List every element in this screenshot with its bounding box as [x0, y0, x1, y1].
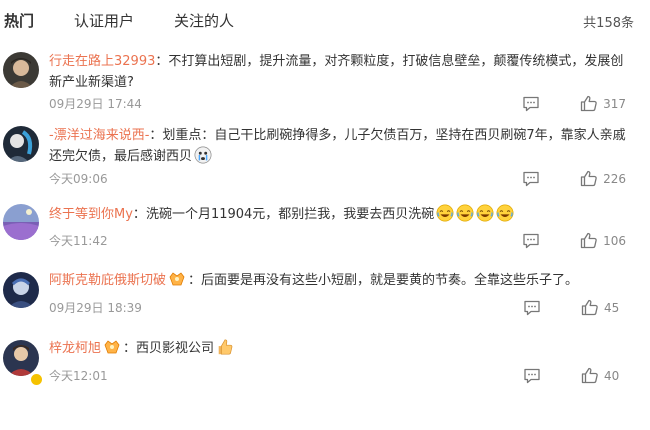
like-icon[interactable] [580, 95, 598, 112]
like-count: 106 [603, 233, 626, 248]
like-count: 45 [604, 300, 620, 315]
comment-text: 洗碗一个月11904元，都别拦我，我要去西贝洗碗 [145, 207, 435, 222]
total-comment-count: 共158条 [583, 16, 634, 31]
thumbs-up-emoji-icon [216, 338, 234, 356]
avatar[interactable] [3, 272, 39, 308]
like-icon[interactable] [581, 367, 599, 384]
comment-actions: 226 [522, 170, 626, 187]
comment-item: -漂洋过海来说西-：划重点：自己干比刷碗挣得多，儿子欠债百万，坚持在西贝刷碗7年… [0, 112, 650, 198]
comment-body: 终于等到你My：洗碗一个月11904元，都别拦我，我要去西贝洗碗 [49, 204, 636, 225]
comment-body: 行走在路上32993：不打算出短剧，提升流量，对齐颗粒度，打破信息壁垒，颠覆传统… [49, 51, 636, 93]
comment-username[interactable]: 阿斯克勒庇俄斯切破 [49, 273, 166, 288]
tab-hot[interactable]: 热门 [4, 10, 34, 31]
comment-actions: 317 [522, 95, 626, 112]
tab-following[interactable]: 关注的人 [174, 10, 234, 31]
comment-item: 终于等到你My：洗碗一个月11904元，都别拦我，我要去西贝洗碗 今天11:42… [0, 198, 650, 265]
like-icon[interactable] [580, 232, 598, 249]
reply-icon[interactable] [522, 96, 540, 112]
verified-badge-icon [30, 373, 43, 386]
comment-text: 西贝影视公司 [136, 341, 215, 356]
comment-time: 今天11:42 [49, 234, 108, 248]
laughing-emoji-icon [456, 204, 474, 222]
comment-actions: 45 [523, 299, 626, 316]
avatar[interactable] [3, 52, 39, 88]
comment-time: 09月29日 18:39 [49, 301, 142, 315]
like-count: 226 [603, 171, 626, 186]
comment-actions: 40 [523, 367, 626, 384]
fan-badge-icon [168, 271, 186, 287]
comment-item: 行走在路上32993：不打算出短剧，提升流量，对齐颗粒度，打破信息壁垒，颠覆传统… [0, 40, 650, 112]
avatar[interactable] [3, 126, 39, 162]
avatar[interactable] [3, 204, 39, 240]
comment-list: 行走在路上32993：不打算出短剧，提升流量，对齐颗粒度，打破信息壁垒，颠覆传统… [0, 40, 650, 403]
comment-text: 后面要是再没有这些小短剧，就是要黄的节奏。全靠这些乐子了。 [201, 273, 579, 288]
reply-icon[interactable] [522, 171, 540, 187]
comment-body: 阿斯克勒庇俄斯切破 ：后面要是再没有这些小短剧，就是要黄的节奏。全靠这些乐子了。 [49, 270, 636, 291]
separator: ： [188, 273, 202, 288]
comment-username[interactable]: 终于等到你My [49, 207, 133, 222]
separator: ： [132, 207, 146, 222]
comment-username[interactable]: -漂洋过海来说西- [49, 128, 149, 143]
comment-actions: 106 [522, 232, 626, 249]
comment-body: 梓龙柯旭 ：西贝影视公司 [49, 338, 636, 359]
like-icon[interactable] [581, 299, 599, 316]
reply-icon[interactable] [523, 368, 541, 384]
reply-icon[interactable] [523, 300, 541, 316]
like-icon[interactable] [580, 170, 598, 187]
laughing-emoji-icon [436, 204, 454, 222]
separator: ： [155, 54, 169, 69]
avatar[interactable] [3, 340, 39, 376]
reply-icon[interactable] [522, 233, 540, 249]
like-count: 317 [603, 96, 626, 111]
comment-body: -漂洋过海来说西-：划重点：自己干比刷碗挣得多，儿子欠债百万，坚持在西贝刷碗7年… [49, 125, 636, 167]
separator: ： [123, 341, 137, 356]
crying-emoji-icon [194, 146, 212, 164]
laughing-emoji-icon [476, 204, 494, 222]
comment-time: 今天12:01 [49, 369, 108, 383]
separator: ： [149, 128, 163, 143]
like-count: 40 [604, 368, 620, 383]
comment-item: 梓龙柯旭 ：西贝影视公司 今天12:01 40 [0, 333, 650, 403]
comment-item: 阿斯克勒庇俄斯切破 ：后面要是再没有这些小短剧，就是要黄的节奏。全靠这些乐子了。 … [0, 265, 650, 333]
laughing-emoji-icon [496, 204, 514, 222]
comment-tab-bar: 热门 认证用户 关注的人 共158条 [0, 0, 650, 40]
fan-badge-icon [103, 339, 121, 355]
comment-username[interactable]: 梓龙柯旭 [49, 341, 101, 356]
comment-time: 今天09:06 [49, 172, 108, 186]
tab-verified-users[interactable]: 认证用户 [74, 10, 134, 31]
comment-username[interactable]: 行走在路上32993 [49, 54, 155, 69]
comment-time: 09月29日 17:44 [49, 97, 142, 111]
